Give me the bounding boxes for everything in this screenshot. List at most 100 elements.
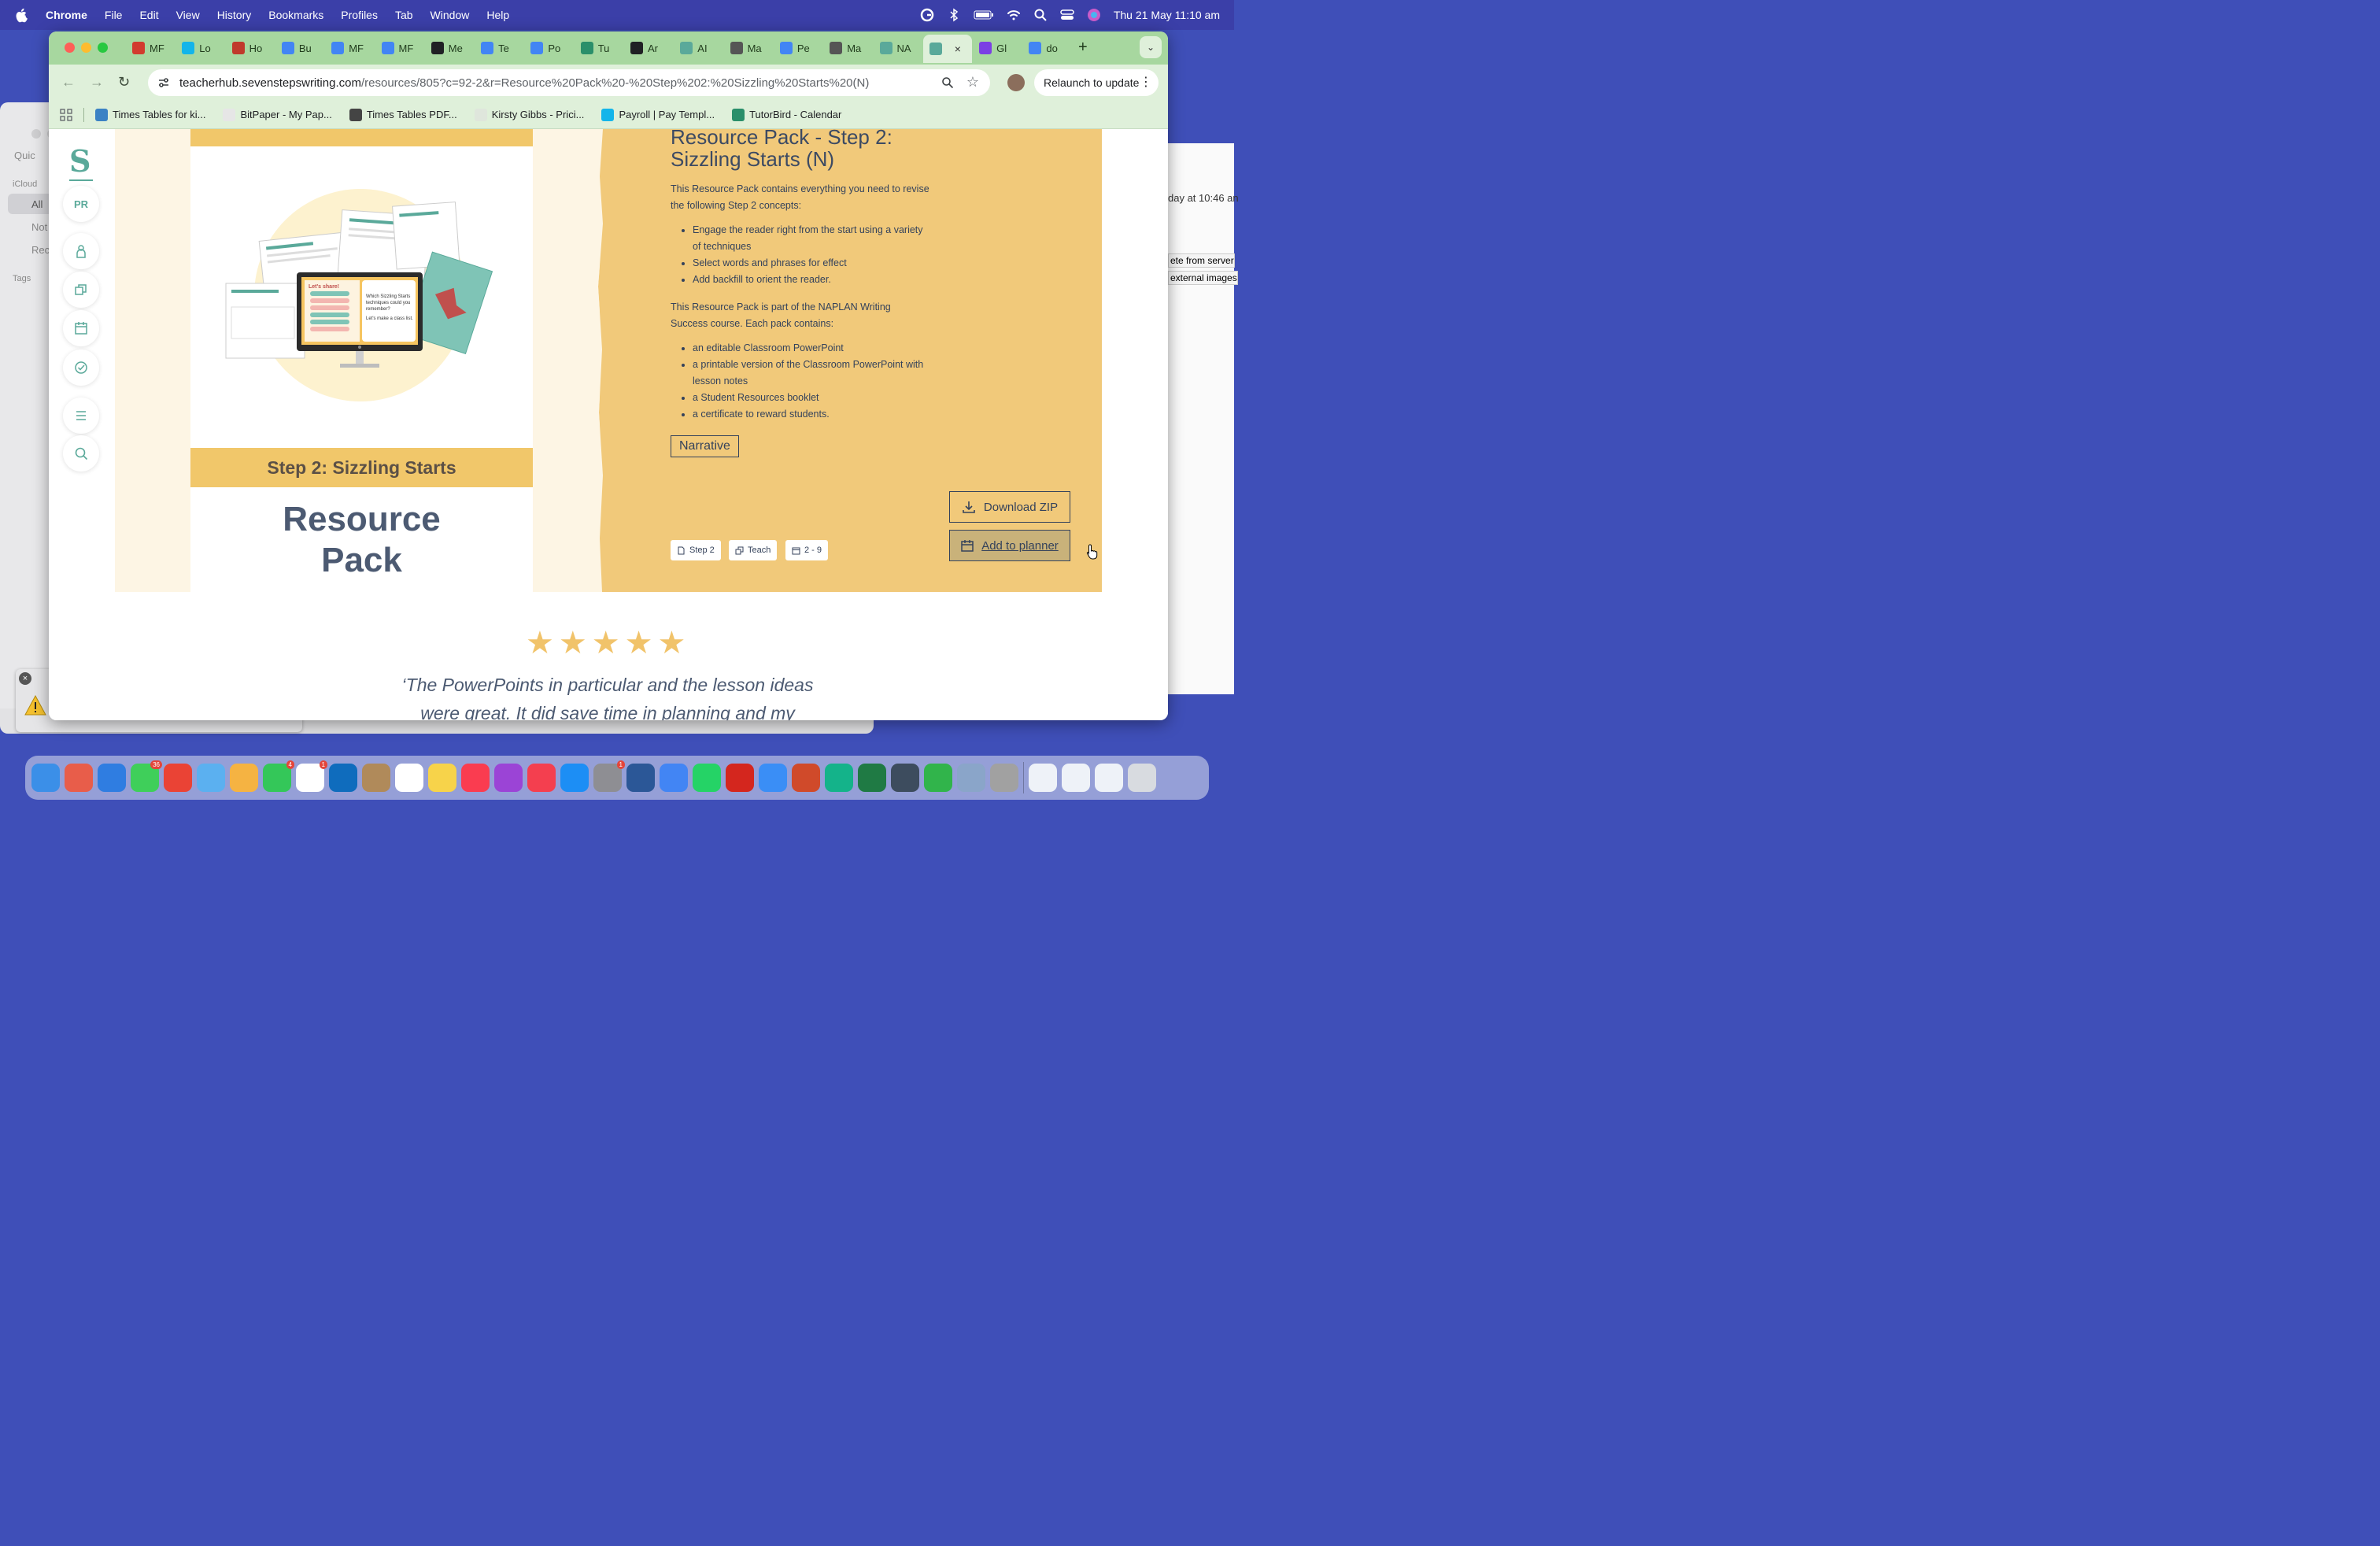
browser-tab[interactable]: Ho — [226, 36, 270, 60]
address-bar[interactable]: teacherhub.sevenstepswriting.com/resourc… — [148, 69, 990, 96]
grammarly-icon[interactable] — [825, 764, 853, 792]
preview-icon[interactable] — [891, 764, 919, 792]
site-info-icon[interactable] — [157, 76, 170, 89]
bookmark-item[interactable]: Times Tables for ki... — [95, 108, 205, 121]
bookmark-item[interactable]: Payroll | Pay Templ... — [601, 108, 715, 121]
genre-tag[interactable]: Narrative — [671, 435, 739, 457]
planner-button[interactable] — [63, 310, 99, 346]
recent-window-1-icon[interactable] — [1029, 764, 1057, 792]
minimize-window-button[interactable] — [81, 43, 91, 53]
zoom-window-button[interactable] — [98, 43, 108, 53]
notes-all-folder[interactable]: All — [31, 198, 42, 210]
app-store-icon[interactable] — [560, 764, 589, 792]
forward-icon[interactable]: → — [90, 74, 104, 91]
relaunch-to-update-button[interactable]: Relaunch to update ⋮ — [1034, 69, 1159, 96]
mail-icon[interactable] — [759, 764, 787, 792]
menu-view[interactable]: View — [176, 9, 200, 21]
utility-icon[interactable] — [990, 764, 1018, 792]
browser-tab[interactable]: Ar — [624, 36, 668, 60]
menu-help[interactable]: Help — [486, 9, 509, 21]
browser-tab[interactable]: AI — [674, 36, 718, 60]
reminders-icon[interactable] — [395, 764, 423, 792]
menu-file[interactable]: File — [105, 9, 123, 21]
excel-icon[interactable] — [858, 764, 886, 792]
browser-tab[interactable]: MF — [126, 36, 170, 60]
powerpoint-icon[interactable] — [792, 764, 820, 792]
students-button[interactable] — [63, 233, 99, 269]
browser-tab[interactable]: Ma — [823, 36, 867, 60]
menu-profiles[interactable]: Profiles — [341, 9, 378, 21]
browser-tab[interactable]: Pe — [774, 36, 818, 60]
calendar-icon[interactable]: 1 — [296, 760, 327, 792]
menu-bookmarks[interactable]: Bookmarks — [268, 9, 323, 21]
menu-chrome[interactable]: Chrome — [46, 9, 87, 21]
chrome-icon[interactable] — [164, 764, 192, 792]
messages-icon[interactable]: 36 — [131, 760, 162, 792]
menu-edit[interactable]: Edit — [139, 9, 158, 21]
close-tab-icon[interactable]: × — [955, 43, 961, 55]
bookmark-item[interactable]: Kirsty Gibbs - Prici... — [474, 108, 584, 121]
bluetooth-icon[interactable] — [947, 8, 961, 22]
mail-delete-server-pill[interactable]: ete from server — [1168, 253, 1235, 268]
word-icon[interactable] — [626, 764, 655, 792]
browser-tab[interactable]: MF — [375, 36, 419, 60]
recent-window-3-icon[interactable] — [1095, 764, 1123, 792]
tab-active[interactable]: × — [922, 35, 972, 63]
music-icon[interactable] — [461, 764, 490, 792]
bookmark-item[interactable]: Times Tables PDF... — [349, 108, 457, 121]
browser-tab[interactable]: Lo — [176, 36, 220, 60]
trash-icon[interactable] — [1128, 764, 1156, 792]
search-button[interactable] — [63, 435, 99, 472]
browser-tab[interactable]: Me — [425, 36, 469, 60]
finder-icon[interactable] — [31, 764, 60, 792]
acrobat-icon[interactable] — [726, 764, 754, 792]
notes-icon[interactable] — [428, 764, 456, 792]
resources-button[interactable] — [63, 272, 99, 308]
bookmark-item[interactable]: BitPaper - My Pap... — [223, 108, 332, 121]
contacts-icon[interactable] — [362, 764, 390, 792]
browser-tab[interactable]: NA — [874, 36, 918, 60]
whatsapp-icon[interactable] — [693, 764, 721, 792]
browser-tab[interactable]: Gl — [973, 36, 1017, 60]
download-zip-button[interactable]: Download ZIP — [949, 491, 1070, 523]
photos-icon[interactable] — [230, 764, 258, 792]
bookmark-star-icon[interactable]: ☆ — [966, 74, 979, 91]
migration-icon[interactable] — [957, 764, 985, 792]
browser-tab[interactable]: Tu — [575, 36, 619, 60]
browser-tab[interactable]: Po — [524, 36, 568, 60]
new-tab-button[interactable]: + — [1078, 39, 1088, 57]
back-icon[interactable]: ← — [61, 74, 76, 91]
news-icon[interactable] — [527, 764, 556, 792]
outlook-icon[interactable] — [329, 764, 357, 792]
menu-history[interactable]: History — [217, 9, 252, 21]
notes-folder[interactable]: Not — [31, 221, 47, 233]
menu-window[interactable]: Window — [431, 9, 470, 21]
facetime-icon[interactable]: 4 — [263, 760, 294, 792]
seven-steps-logo[interactable]: S — [69, 143, 91, 179]
browser-tab[interactable]: Ma — [724, 36, 768, 60]
grammarly-status-icon[interactable] — [920, 8, 934, 22]
spotlight-search-icon[interactable] — [1033, 8, 1048, 22]
assessments-button[interactable] — [63, 350, 99, 386]
numbers-icon[interactable] — [924, 764, 952, 792]
close-icon[interactable]: × — [19, 672, 31, 685]
podcasts-icon[interactable] — [494, 764, 523, 792]
bookmark-item[interactable]: TutorBird - Calendar — [732, 108, 841, 121]
browser-tab[interactable]: MF — [325, 36, 369, 60]
recent-window-2-icon[interactable] — [1062, 764, 1090, 792]
maps-icon[interactable] — [197, 764, 225, 792]
reload-icon[interactable]: ↻ — [118, 74, 130, 91]
browser-tab[interactable]: Te — [475, 36, 519, 60]
safari-icon[interactable] — [98, 764, 126, 792]
control-center-icon[interactable] — [1060, 8, 1074, 22]
siri-icon[interactable] — [1087, 8, 1101, 22]
more-options-icon[interactable]: ⋮ — [1140, 74, 1152, 90]
zoom-icon[interactable] — [941, 76, 954, 89]
profile-avatar[interactable] — [1007, 74, 1025, 91]
launchpad-icon[interactable] — [65, 764, 93, 792]
apple-icon[interactable] — [14, 7, 30, 23]
menubar-clock[interactable]: Thu 21 May 11:10 am — [1114, 9, 1220, 21]
browser-tab[interactable]: do — [1022, 36, 1066, 60]
menu-button[interactable] — [63, 398, 99, 434]
mail-external-images-pill[interactable]: external images — [1168, 271, 1238, 285]
